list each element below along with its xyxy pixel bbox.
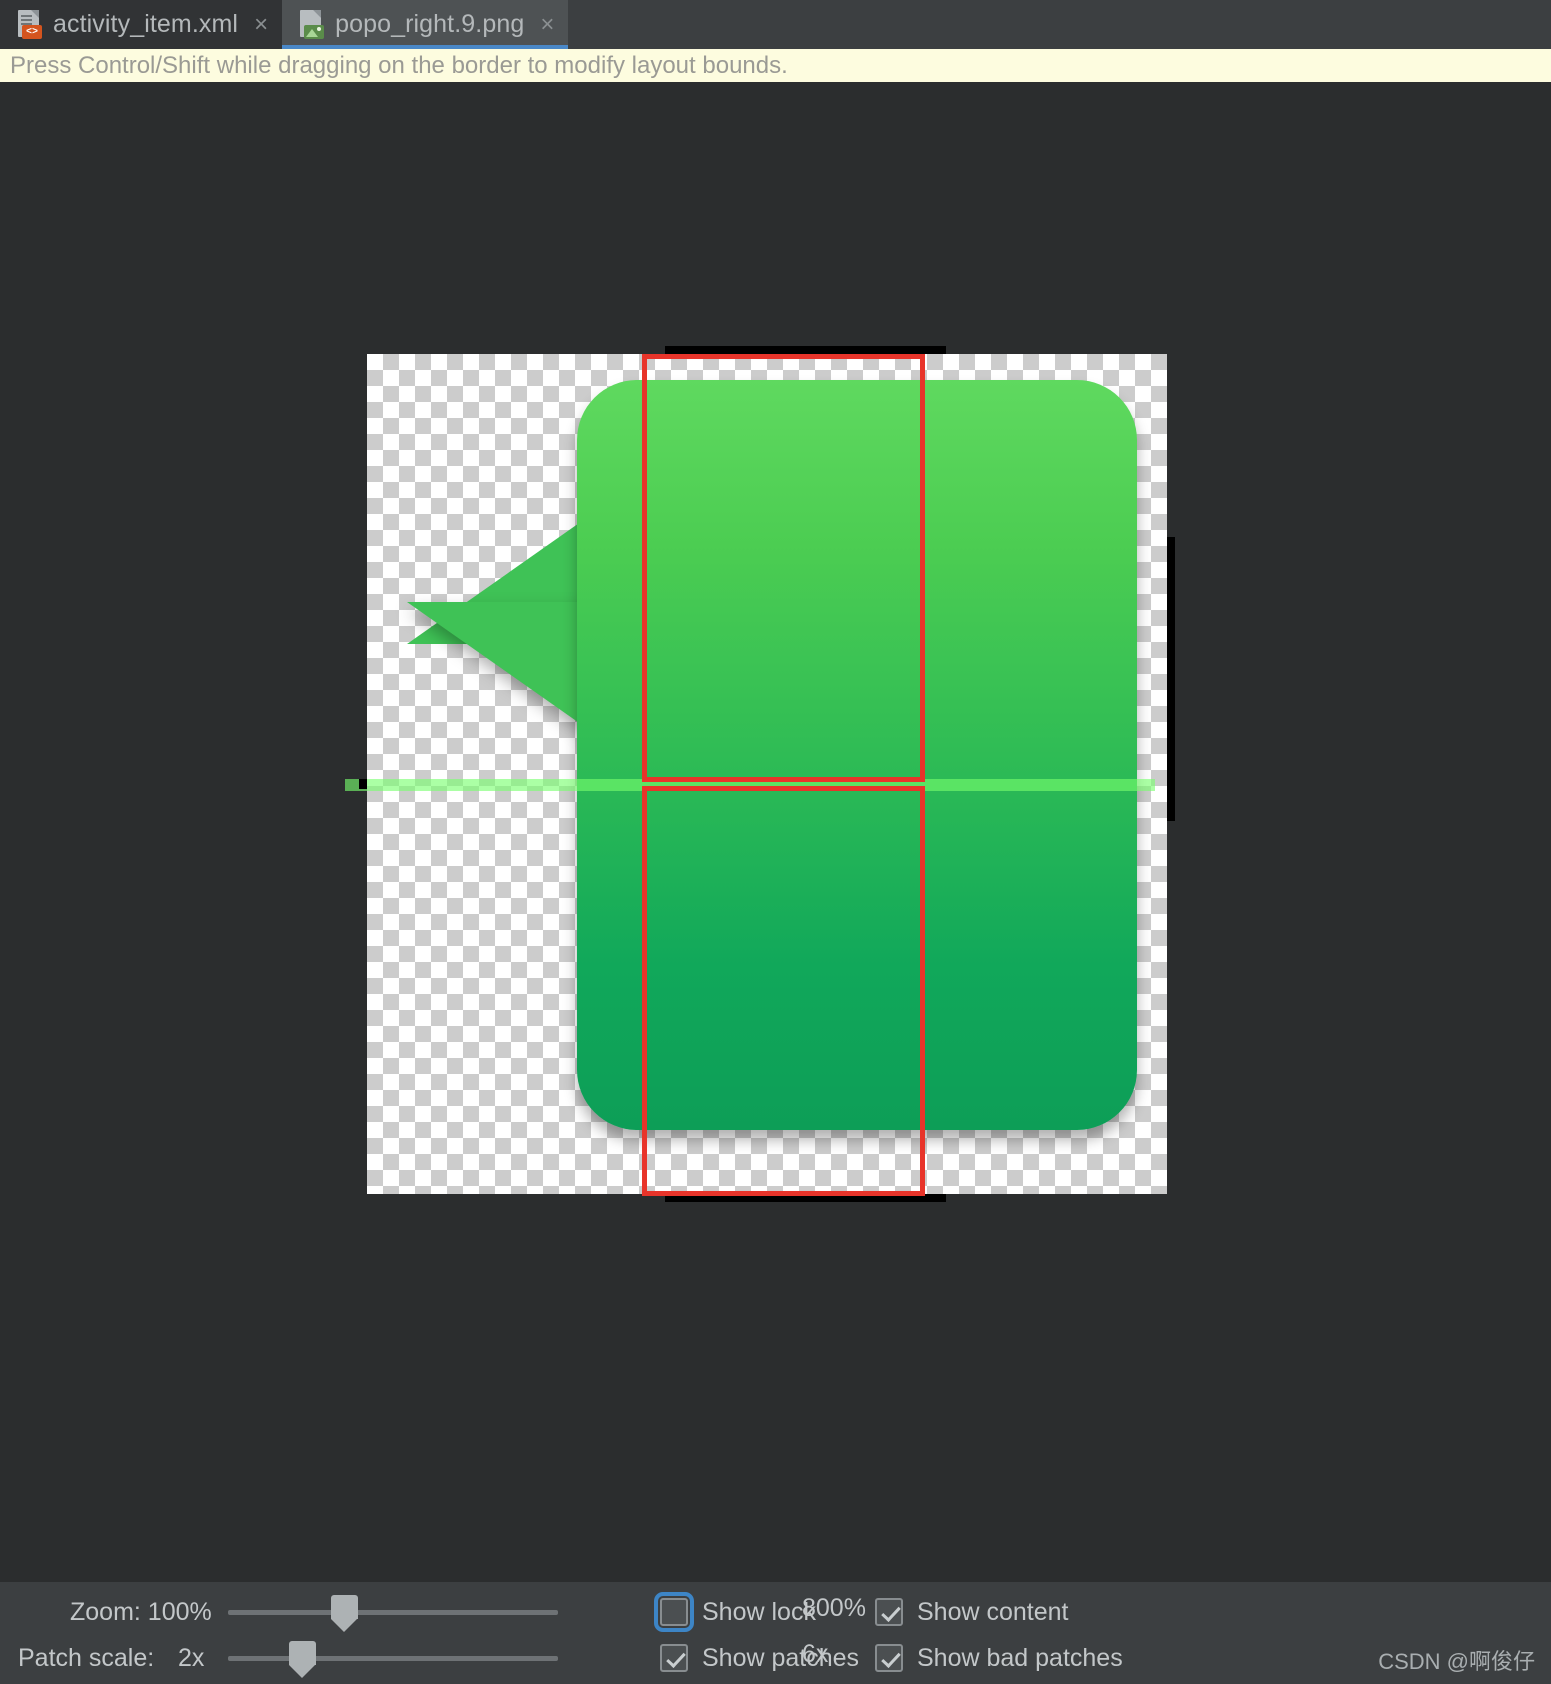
stretch-marker-bottom[interactable] [665, 1194, 946, 1202]
hint-text: Press Control/Shift while dragging on th… [10, 51, 788, 79]
patch-scale-slider[interactable]: 6x [228, 1640, 828, 1678]
patch-scale-control-row: Patch scale: 2x 6x Show patches Show bad… [0, 1636, 1551, 1680]
close-icon[interactable]: × [540, 12, 554, 37]
content-guide-line [345, 779, 1155, 791]
editor-canvas-area[interactable] [0, 82, 1551, 1581]
patch-scale-label: Patch scale: [18, 1643, 155, 1672]
bottom-control-bar: Zoom: 100% 800% Show lock Show content P… [0, 1581, 1551, 1684]
nine-patch-editor-window: <> activity_item.xml × popo_right.9.png … [0, 0, 1551, 1684]
bubble-tail-lower [407, 602, 592, 732]
zoom-slider-knob[interactable] [331, 1595, 358, 1632]
tab-popo-right-9-png[interactable]: popo_right.9.png × [282, 0, 569, 49]
bubble-artwork [367, 354, 1167, 1194]
checkbox-show-lock[interactable] [654, 1592, 694, 1632]
checkbox-show-patches[interactable] [660, 1644, 688, 1672]
tab-label: popo_right.9.png [335, 10, 525, 38]
patch-scale-slider-knob[interactable] [289, 1641, 316, 1678]
checkbox-label-show-lock: Show lock [702, 1597, 816, 1626]
watermark: CSDN @啊俊仔 [1378, 1649, 1535, 1674]
xml-file-icon: <> [16, 10, 43, 39]
hint-banner: Press Control/Shift while dragging on th… [0, 49, 1551, 82]
close-icon[interactable]: × [254, 12, 268, 37]
checkbox-label-show-content: Show content [917, 1597, 1069, 1626]
nine-patch-image-sheet[interactable] [345, 346, 1175, 1202]
stretch-marker-top[interactable] [665, 346, 946, 354]
tab-activity-item-xml[interactable]: <> activity_item.xml × [0, 0, 283, 49]
checkbox-label-show-bad-patches: Show bad patches [917, 1643, 1123, 1672]
zoom-control-row: Zoom: 100% 800% Show lock Show content [0, 1590, 1551, 1634]
checkbox-label-show-patches: Show patches [702, 1643, 860, 1672]
checkbox-show-bad-patches[interactable] [875, 1644, 903, 1672]
stretch-marker-right[interactable] [1167, 537, 1175, 821]
tab-label: activity_item.xml [53, 10, 239, 38]
checkbox-show-content[interactable] [875, 1598, 903, 1626]
patch-scale-value: 2x [178, 1643, 205, 1672]
stretch-marker-left[interactable] [359, 779, 367, 789]
bubble-body [577, 380, 1137, 1130]
png-file-icon [298, 10, 325, 39]
editor-tab-bar: <> activity_item.xml × popo_right.9.png … [0, 0, 1551, 49]
zoom-slider[interactable]: 800% [228, 1594, 866, 1632]
